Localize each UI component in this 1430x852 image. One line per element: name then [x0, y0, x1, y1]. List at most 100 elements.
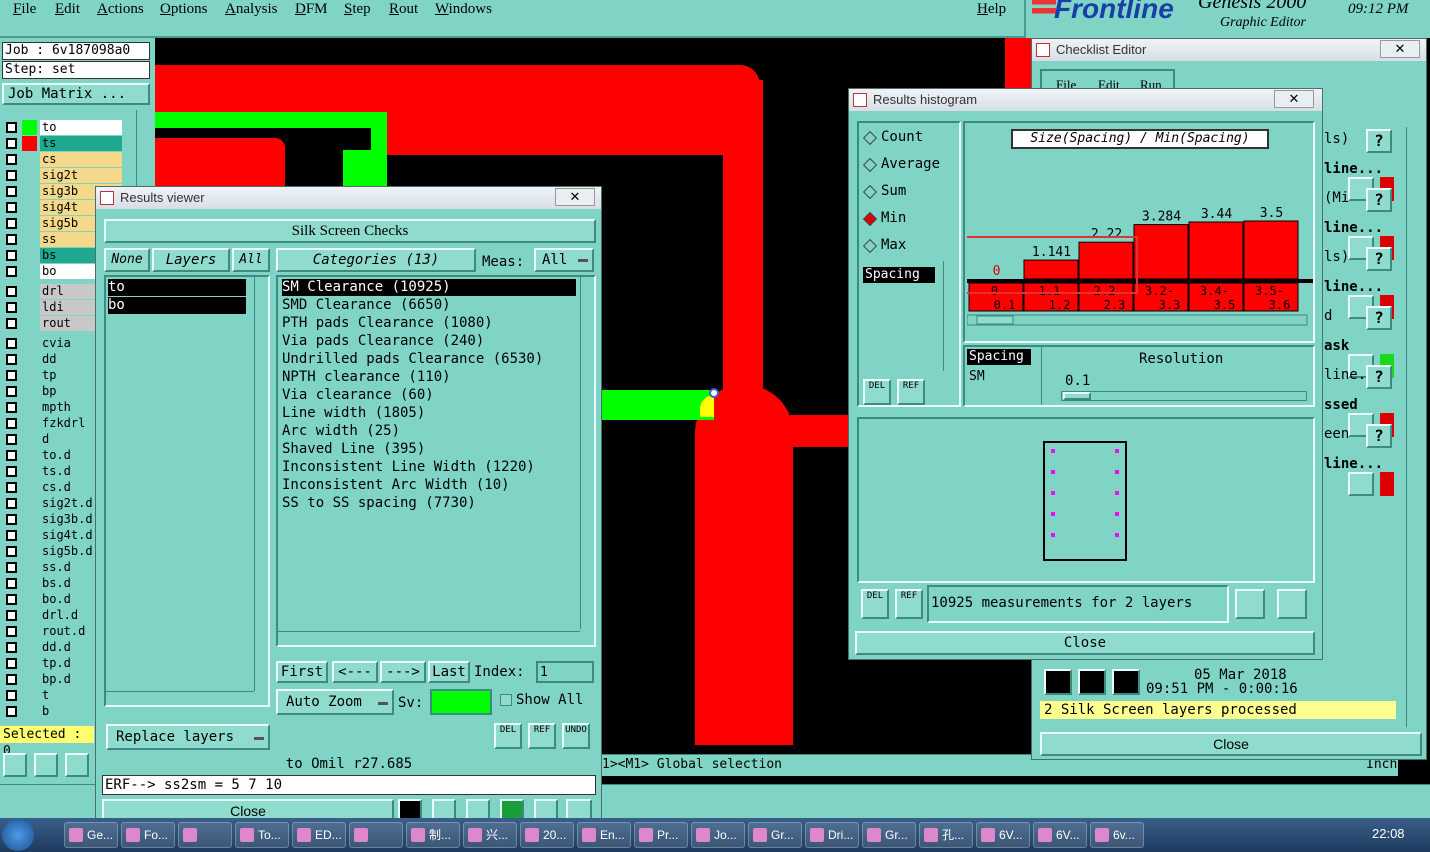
viewer-layer-item[interactable]: bo [108, 297, 246, 314]
checklist-row-text[interactable]: d [1324, 308, 1332, 324]
zoom-back-icon[interactable] [1277, 589, 1307, 619]
tool-select-icon[interactable] [3, 753, 27, 777]
spacing-sm[interactable]: SM [969, 369, 985, 384]
layer-name[interactable]: dd.d [40, 640, 98, 655]
layer-name[interactable]: drl.d [40, 608, 98, 623]
menu-options[interactable]: Options [160, 1, 208, 18]
zoom-icon[interactable] [1348, 471, 1374, 496]
auto-zoom-dropdown[interactable]: Auto Zoom [276, 689, 394, 715]
checklist-row-text[interactable]: ls) [1324, 249, 1349, 265]
taskbar-item[interactable]: 20... [520, 822, 574, 848]
menu-step[interactable]: Step [344, 1, 371, 18]
layer-checkbox[interactable] [6, 594, 17, 605]
layer-checkbox[interactable] [6, 482, 17, 493]
replace-layers-dropdown[interactable]: Replace layers [106, 724, 270, 750]
layer-name[interactable]: to [40, 120, 122, 135]
run-step-icon[interactable] [1112, 669, 1140, 695]
category-item[interactable]: PTH pads Clearance (1080) [282, 315, 493, 332]
taskbar-item[interactable]: 6v... [1090, 822, 1144, 848]
category-item[interactable]: SS to SS spacing (7730) [282, 495, 476, 512]
layer-name[interactable]: sig3b.d [40, 512, 98, 527]
layer-name[interactable]: bp.d [40, 672, 98, 687]
layer-name[interactable]: t [40, 688, 98, 703]
layer-checkbox[interactable] [6, 466, 17, 477]
layer-checkbox[interactable] [6, 674, 17, 685]
checklist-row-text[interactable]: line... [1324, 279, 1383, 295]
category-item[interactable]: Inconsistent Arc Width (10) [282, 477, 510, 494]
mode-radio[interactable] [862, 157, 878, 173]
layer-name[interactable]: mpth [40, 400, 98, 415]
taskbar-item[interactable] [349, 822, 403, 848]
layer-name[interactable]: bo.d [40, 592, 98, 607]
layer-list-hscroll[interactable] [106, 691, 254, 703]
close-icon[interactable]: ✕ [1380, 40, 1420, 58]
mode-radio[interactable] [862, 211, 878, 227]
category-item[interactable]: Via pads Clearance (240) [282, 333, 484, 350]
layer-name[interactable]: drl [40, 284, 98, 299]
layer-name[interactable]: ldi [40, 300, 98, 315]
prev-button[interactable]: <--- [332, 661, 378, 683]
checklist-row-text[interactable]: ask [1324, 338, 1349, 354]
taskbar-item[interactable]: Gr... [862, 822, 916, 848]
close-icon[interactable]: ✕ [555, 188, 595, 206]
layer-checkbox[interactable] [6, 514, 17, 525]
zoom-to-icon[interactable] [1235, 589, 1265, 619]
layer-checkbox[interactable] [6, 266, 17, 277]
close-icon[interactable]: ✕ [1274, 90, 1314, 108]
layer-checkbox[interactable] [6, 434, 17, 445]
layer-list-vscroll[interactable] [254, 277, 268, 691]
help-icon[interactable]: ? [1366, 365, 1392, 389]
category-item[interactable]: Line width (1805) [282, 405, 425, 422]
layer-name[interactable]: rout.d [40, 624, 98, 639]
checklist-row-text[interactable]: ls) [1324, 131, 1349, 147]
checklist-close-button[interactable]: Close [1040, 732, 1422, 756]
layer-checkbox[interactable] [6, 530, 17, 541]
mode-label[interactable]: Count [881, 129, 923, 145]
index-input[interactable] [536, 661, 594, 683]
checklist-row-text[interactable]: line... [1324, 456, 1383, 472]
mode-radio[interactable] [862, 238, 878, 254]
layer-checkbox[interactable] [6, 302, 17, 313]
del-button[interactable]: DEL [863, 379, 891, 405]
layer-checkbox[interactable] [6, 658, 17, 669]
spacing-selected[interactable]: Spacing [967, 349, 1031, 365]
layer-name[interactable]: cs.d [40, 480, 98, 495]
layer-checkbox[interactable] [6, 450, 17, 461]
categories-button[interactable]: Categories (13) [276, 248, 476, 272]
mode-radio[interactable] [862, 130, 878, 146]
help-icon[interactable]: ? [1366, 188, 1392, 212]
taskbar-item[interactable]: 孔... [919, 822, 973, 848]
next-button[interactable]: ---> [380, 661, 426, 683]
help-icon[interactable]: ? [1366, 306, 1392, 330]
taskbar-item[interactable]: To... [235, 822, 289, 848]
layer-checkbox[interactable] [6, 546, 17, 557]
taskbar-item[interactable]: 兴... [463, 822, 517, 848]
taskbar-item[interactable] [178, 822, 232, 848]
layer-name[interactable]: cs [40, 152, 122, 167]
layer-row[interactable]: ts [4, 136, 122, 152]
taskbar-item[interactable]: 6V... [976, 822, 1030, 848]
layer-row[interactable]: sig2t [4, 168, 122, 184]
tool-grid-icon[interactable] [65, 753, 89, 777]
category-item[interactable]: Inconsistent Line Width (1220) [282, 459, 535, 476]
checklist-row-text[interactable]: een [1324, 426, 1349, 442]
layer-name[interactable]: ts.d [40, 464, 98, 479]
category-item[interactable]: SM Clearance (10925) [282, 279, 576, 296]
layer-name[interactable]: bp [40, 384, 98, 399]
undo-button[interactable]: UNDO [562, 723, 590, 749]
taskbar-item[interactable]: ED... [292, 822, 346, 848]
taskbar-item[interactable]: Jo... [691, 822, 745, 848]
menu-analysis[interactable]: Analysis [225, 1, 278, 18]
resolution-slider[interactable] [1061, 391, 1307, 401]
layers-button[interactable]: Layers [152, 248, 230, 272]
layer-checkbox[interactable] [6, 250, 17, 261]
category-item[interactable]: Via clearance (60) [282, 387, 434, 404]
layer-checkbox[interactable] [6, 402, 17, 413]
help-icon[interactable]: ? [1366, 424, 1392, 448]
layer-checkbox[interactable] [6, 318, 17, 329]
layers-none-button[interactable]: None [104, 248, 150, 272]
checklist-row-text[interactable]: ssed [1324, 397, 1358, 413]
layer-checkbox[interactable] [6, 498, 17, 509]
taskbar-item[interactable]: Ge... [64, 822, 118, 848]
layer-name[interactable]: to.d [40, 448, 98, 463]
